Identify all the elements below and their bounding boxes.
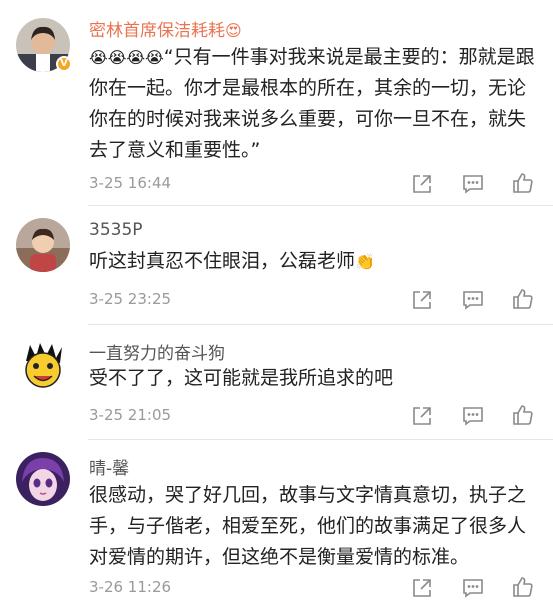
avatar[interactable]	[16, 218, 70, 272]
comment-icon[interactable]	[461, 288, 485, 312]
username[interactable]: 3535P	[89, 220, 143, 240]
comment-icon[interactable]	[461, 172, 485, 196]
comment-item: V 密林首席保洁耗耗😍 😭😭😭😭“只有一件事对我来说是最主要的：那就是跟你在一起…	[0, 0, 553, 205]
timestamp: 3-25 21:05	[89, 406, 172, 424]
repost-icon[interactable]	[410, 576, 434, 600]
verified-badge-icon: V	[56, 56, 72, 72]
repost-icon[interactable]	[410, 288, 434, 312]
comment-icon[interactable]	[461, 404, 485, 428]
username[interactable]: 一直努力的奋斗狗	[89, 339, 225, 364]
like-icon[interactable]	[511, 575, 535, 599]
timestamp: 3-25 16:44	[89, 174, 172, 192]
comment-text: 很感动，哭了好几回，故事与文字情真意切，执子之手，与子偕老，相爱至死，他们的故事…	[89, 484, 527, 568]
username[interactable]: 晴-馨	[89, 454, 129, 479]
avatar[interactable]	[16, 339, 70, 393]
clapping-hands-emoji-icon: 👏	[355, 252, 375, 271]
like-icon[interactable]	[511, 287, 535, 311]
comment-icon[interactable]	[461, 576, 485, 600]
timestamp: 3-25 23:25	[89, 290, 172, 308]
avatar[interactable]	[16, 452, 70, 506]
comment-item: 晴-馨 很感动，哭了好几回，故事与文字情真意切，执子之手，与子偕老，相爱至死，他…	[0, 440, 553, 609]
repost-icon[interactable]	[410, 404, 434, 428]
username[interactable]: 密林首席保洁耗耗😍	[89, 16, 242, 41]
comment-text: 😭😭😭😭“只有一件事对我来说是最主要的：那就是跟你在一起。你才是最根本的所在，其…	[89, 46, 535, 161]
comment-item: 3535P 听这封真忍不住眼泪，公磊老师👏 3-25 23:25	[0, 206, 553, 324]
smiling-hearts-emoji-icon: 😍	[225, 21, 242, 40]
like-icon[interactable]	[511, 171, 535, 195]
comment-text: 听这封真忍不住眼泪，公磊老师👏	[89, 250, 375, 272]
repost-icon[interactable]	[410, 172, 434, 196]
comment-text: 受不了了，这可能就是我所追求的吧	[89, 367, 394, 389]
crying-emoji-icons: 😭😭😭😭	[89, 48, 164, 67]
timestamp: 3-26 11:26	[89, 578, 172, 596]
like-icon[interactable]	[511, 403, 535, 427]
comment-item: 一直努力的奋斗狗 受不了了，这可能就是我所追求的吧 3-25 21:05	[0, 325, 553, 439]
